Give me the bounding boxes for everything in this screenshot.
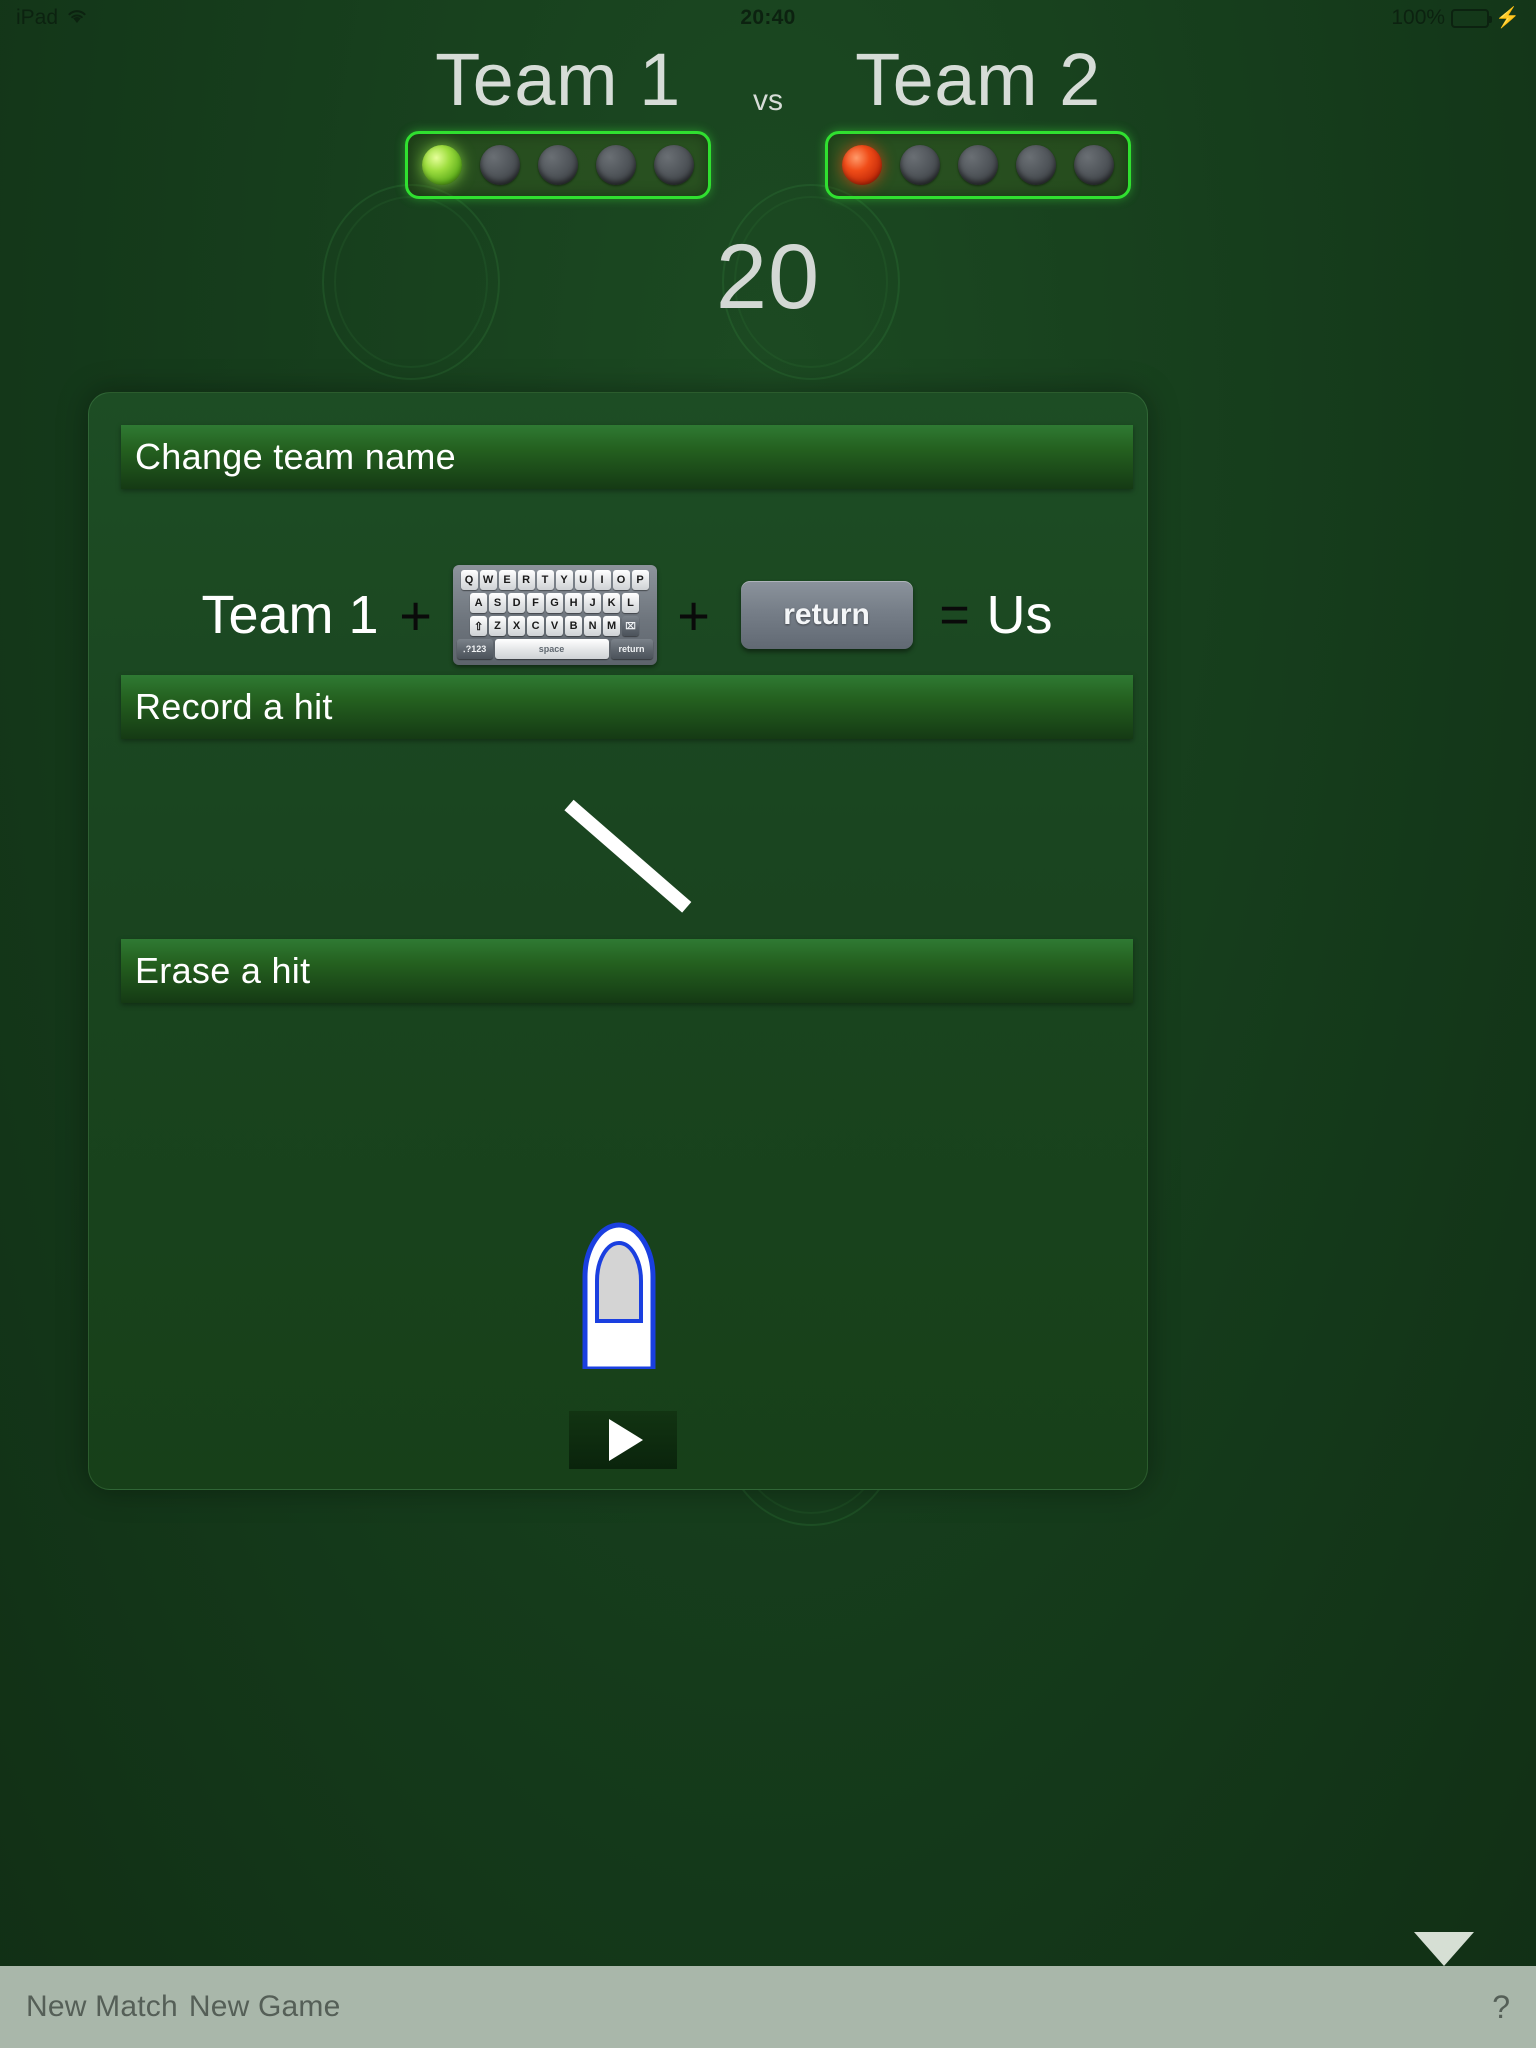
team-2-led-4[interactable] [1016,145,1056,186]
equation-plus-2: + [677,583,710,647]
key-q: Q [460,570,478,590]
team-2-led-box[interactable] [825,131,1131,200]
section-header-record-a-hit: Record a hit [121,675,1133,739]
popover-tail-arrow [1414,1932,1474,1966]
team-1-name[interactable]: Team 1 [435,42,681,118]
key-g: G [546,593,564,613]
return-key-mini: return [610,639,653,659]
status-bar-right: 100% ⚡ [1391,6,1520,30]
bottom-toolbar: New Match New Game ? [0,1966,1536,2048]
section-header-erase-a-hit: Erase a hit [121,939,1133,1003]
team-1-led-1[interactable] [422,145,462,186]
battery-icon [1451,8,1493,28]
team-2-block[interactable]: Team 2 [803,42,1153,200]
keyboard-row-3: ⇧ Z X C V B N M ⌧ [457,616,653,636]
key-a: A [470,593,488,613]
key-i: I [593,570,611,590]
section-title: Change team name [135,436,456,477]
team-2-led-3[interactable] [958,145,998,186]
numeric-key: ․?123 [456,639,493,659]
equation-equals: = [939,586,970,644]
equation-plus-1: + [399,583,432,647]
key-n: N [584,616,602,636]
status-bar: iPad 20:40 100% ⚡ [0,0,1536,36]
key-j: J [584,593,602,613]
key-y: Y [555,570,573,590]
battery-percent-label: 100% [1391,6,1446,29]
onscreen-keyboard-icon: Q W E R T Y U I O P A S D F G H J K L ⇧ … [452,565,657,665]
key-x: X [508,616,526,636]
play-triangle-icon [609,1419,643,1461]
score-display: 20 [715,226,821,329]
team-1-led-box[interactable] [405,131,711,200]
team-row: Team 1 vs Team 2 [0,36,1536,200]
section-title: Record a hit [135,686,333,727]
keyboard-row-1: Q W E R T Y U I O P [457,570,653,590]
key-z: Z [489,616,507,636]
key-o: O [612,570,630,590]
help-popover-panel: Change team name Team 1 + Q W E R T Y U … [88,392,1148,1490]
team-1-led-5[interactable] [654,145,694,186]
team-2-led-2[interactable] [900,145,940,186]
key-h: H [565,593,583,613]
team-1-led-2[interactable] [480,145,520,186]
return-key-illustration: return [740,581,913,649]
key-l: L [622,593,640,613]
team-1-led-3[interactable] [538,145,578,186]
section-header-change-team-name: Change team name [121,425,1133,489]
lightning-bolt-icon: ⚡ [1495,7,1520,29]
key-p: P [631,570,649,590]
key-f: F [527,593,545,613]
team-1-block[interactable]: Team 1 [383,42,733,200]
help-button[interactable]: ? [1492,1989,1510,2026]
fingertip-tap-icon [579,1221,659,1372]
key-d: D [508,593,526,613]
return-key-label: return [783,598,870,631]
vs-label: vs [753,84,783,117]
section-title: Erase a hit [135,950,311,991]
key-c: C [527,616,545,636]
equation-team-label: Team 1 [201,585,379,645]
status-bar-time: 20:40 [740,6,796,29]
shift-key-icon: ⇧ [470,616,488,636]
new-game-button[interactable]: New Game [189,1990,352,2024]
team-2-led-1[interactable] [842,145,882,186]
team-1-led-4[interactable] [596,145,636,186]
equation-result-label: Us [986,585,1053,645]
space-key: space [494,639,609,659]
key-s: S [489,593,507,613]
key-e: E [498,570,516,590]
key-v: V [546,616,564,636]
play-button[interactable] [569,1411,677,1469]
keyboard-row-4: ․?123 space return [456,639,653,659]
key-u: U [574,570,592,590]
key-b: B [565,616,583,636]
team-2-name[interactable]: Team 2 [855,42,1101,118]
key-r: R [517,570,535,590]
keyboard-row-2: A S D F G H J K L [457,593,653,613]
key-t: T [536,570,554,590]
key-k: K [603,593,621,613]
scoreboard: Team 1 vs Team 2 20 [0,36,1536,330]
swipe-stroke-icon [564,799,692,913]
backspace-key-icon: ⌧ [622,616,640,636]
team-2-led-5[interactable] [1074,145,1114,186]
new-match-button[interactable]: New Match [26,1990,189,2024]
key-w: W [479,570,497,590]
key-m: M [603,616,621,636]
